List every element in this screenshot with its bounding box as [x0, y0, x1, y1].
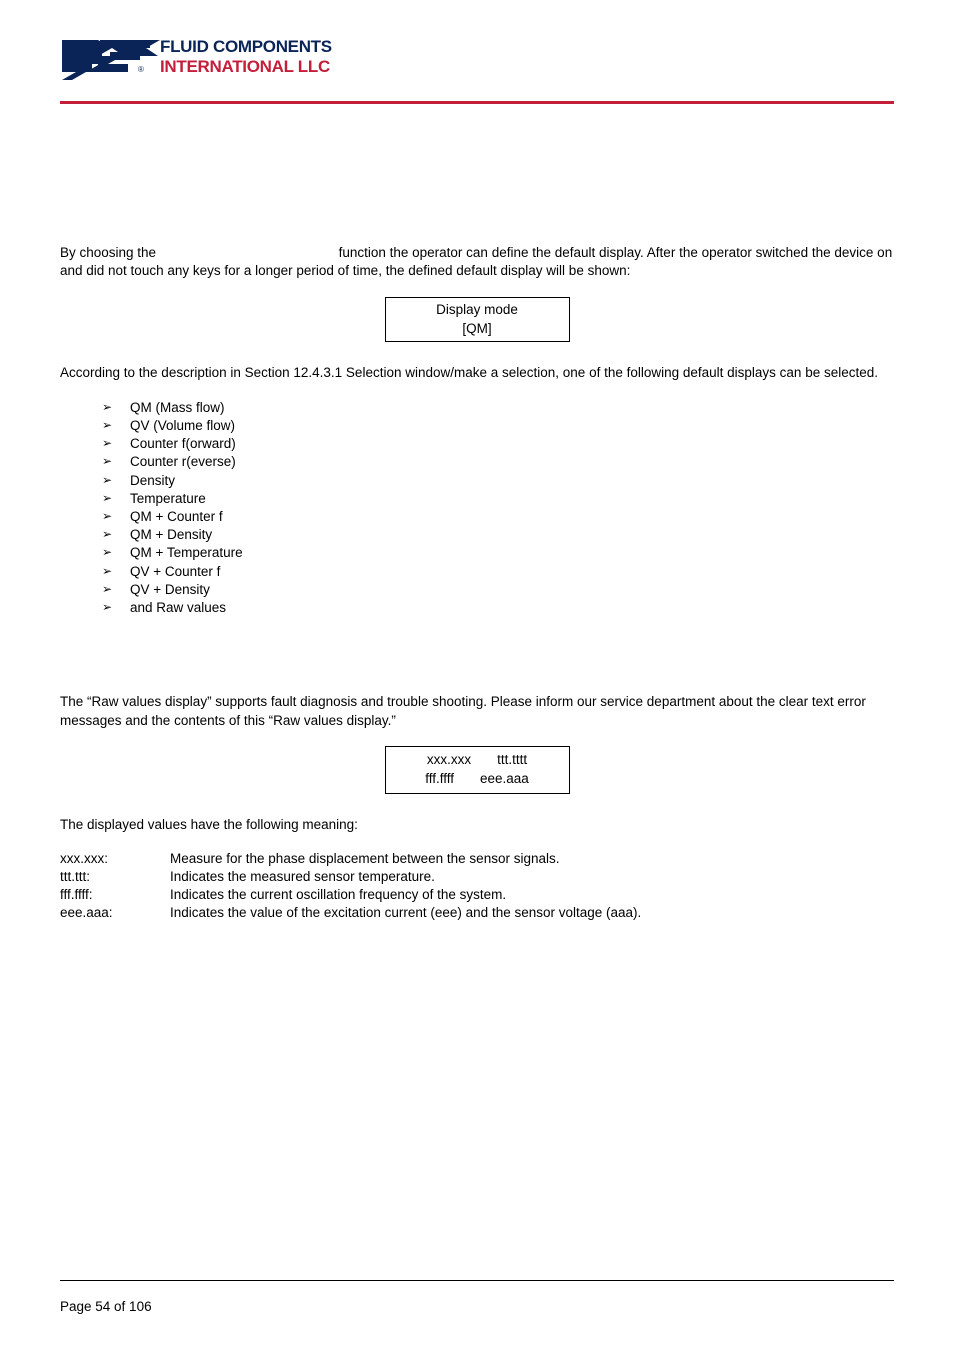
raw-row-1: xxx.xxx ttt.tttt [386, 751, 569, 770]
svg-text:®: ® [138, 65, 144, 74]
display-mode-row2: [QM] [386, 320, 569, 339]
section1-p1a: By choosing the [60, 245, 156, 260]
raw-ttt: ttt.tttt [497, 751, 527, 770]
section2-p1: The “Raw values display” supports fault … [60, 693, 894, 729]
section1-p2: According to the description in Section … [60, 364, 894, 382]
list-item: QM + Counter f [102, 508, 894, 526]
section-gap [60, 633, 894, 693]
list-item: QV (Volume flow) [102, 417, 894, 435]
list-item: Counter r(everse) [102, 453, 894, 471]
fci-logo: ® FLUID COMPONENTS INTERNATIONAL LLC [60, 30, 340, 82]
def-val: Indicates the value of the excitation cu… [170, 904, 641, 922]
raw-fff: fff.ffff [425, 770, 454, 789]
section3-intro: The displayed values have the following … [60, 816, 894, 834]
list-item: QV + Counter f [102, 563, 894, 581]
page-number: Page 54 of 106 [60, 1298, 152, 1316]
definitions: xxx.xxx: Measure for the phase displacem… [60, 850, 894, 923]
section1-p1: By choosing the function the operator ca… [60, 244, 894, 280]
def-key: eee.aaa: [60, 904, 170, 922]
list-item: QM + Density [102, 526, 894, 544]
list-item: Counter f(orward) [102, 435, 894, 453]
def-key: ttt.ttt: [60, 868, 170, 886]
list-item: QM (Mass flow) [102, 399, 894, 417]
svg-text:FLUID COMPONENTS: FLUID COMPONENTS [160, 37, 332, 56]
list-item: QM + Temperature [102, 544, 894, 562]
options-list: QM (Mass flow) QV (Volume flow) Counter … [102, 399, 894, 618]
list-item: Density [102, 472, 894, 490]
list-item: QV + Density [102, 581, 894, 599]
list-item: and Raw values [102, 599, 894, 617]
raw-eee: eee.aaa [480, 770, 529, 789]
def-key: fff.ffff: [60, 886, 170, 904]
display-mode-row1: Display mode [386, 301, 569, 320]
def-val: Indicates the current oscillation freque… [170, 886, 506, 904]
section1-p1b: function the operator can define the def… [60, 245, 892, 278]
def-row: eee.aaa: Indicates the value of the exci… [60, 904, 894, 922]
def-row: ttt.ttt: Indicates the measured sensor t… [60, 868, 894, 886]
def-val: Measure for the phase displacement betwe… [170, 850, 559, 868]
page-header: ® FLUID COMPONENTS INTERNATIONAL LLC [60, 30, 894, 104]
raw-row-2: fff.ffff eee.aaa [386, 770, 569, 789]
list-item: Temperature [102, 490, 894, 508]
def-key: xxx.xxx: [60, 850, 170, 868]
raw-xxx: xxx.xxx [427, 751, 471, 770]
raw-values-box: xxx.xxx ttt.tttt fff.ffff eee.aaa [385, 746, 570, 794]
svg-text:INTERNATIONAL LLC: INTERNATIONAL LLC [160, 57, 330, 76]
footer-divider [60, 1280, 894, 1281]
def-val: Indicates the measured sensor temperatur… [170, 868, 435, 886]
display-mode-box: Display mode [QM] [385, 297, 570, 343]
def-row: xxx.xxx: Measure for the phase displacem… [60, 850, 894, 868]
def-row: fff.ffff: Indicates the current oscillat… [60, 886, 894, 904]
